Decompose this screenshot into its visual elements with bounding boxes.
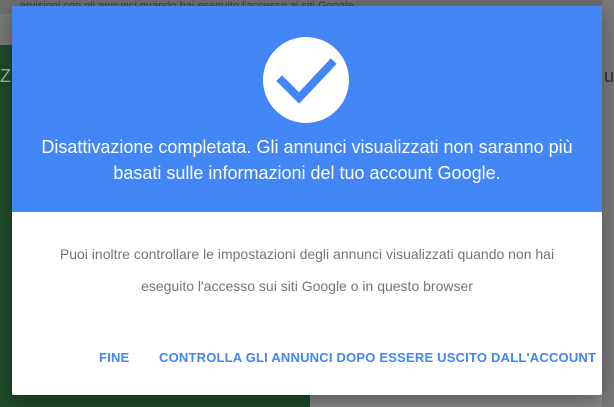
success-badge <box>263 37 349 123</box>
background-left-text: Z <box>0 66 11 86</box>
background-left-panel <box>0 45 12 407</box>
dialog-actions: FINE CONTROLLA GLI ANNUNCI DOPO ESSERE U… <box>12 346 602 370</box>
check-icon <box>276 58 337 104</box>
dialog-title: Disattivazione completata. Gli annunci v… <box>41 137 573 183</box>
background-right-text: u <box>604 66 614 86</box>
confirmation-dialog: Disattivazione completata. Gli annunci v… <box>12 6 602 395</box>
background-bottom-panel <box>0 395 310 407</box>
dialog-body-text: Puoi inoltre controllare le impostazioni… <box>59 246 555 294</box>
background-right-panel <box>602 0 614 407</box>
background-bottom-strip <box>310 395 614 407</box>
done-button[interactable]: FINE <box>99 346 129 370</box>
control-ads-signed-out-button[interactable]: CONTROLLA GLI ANNUNCI DOPO ESSERE USCITO… <box>159 346 596 370</box>
dialog-header: Disattivazione completata. Gli annunci v… <box>12 6 602 212</box>
